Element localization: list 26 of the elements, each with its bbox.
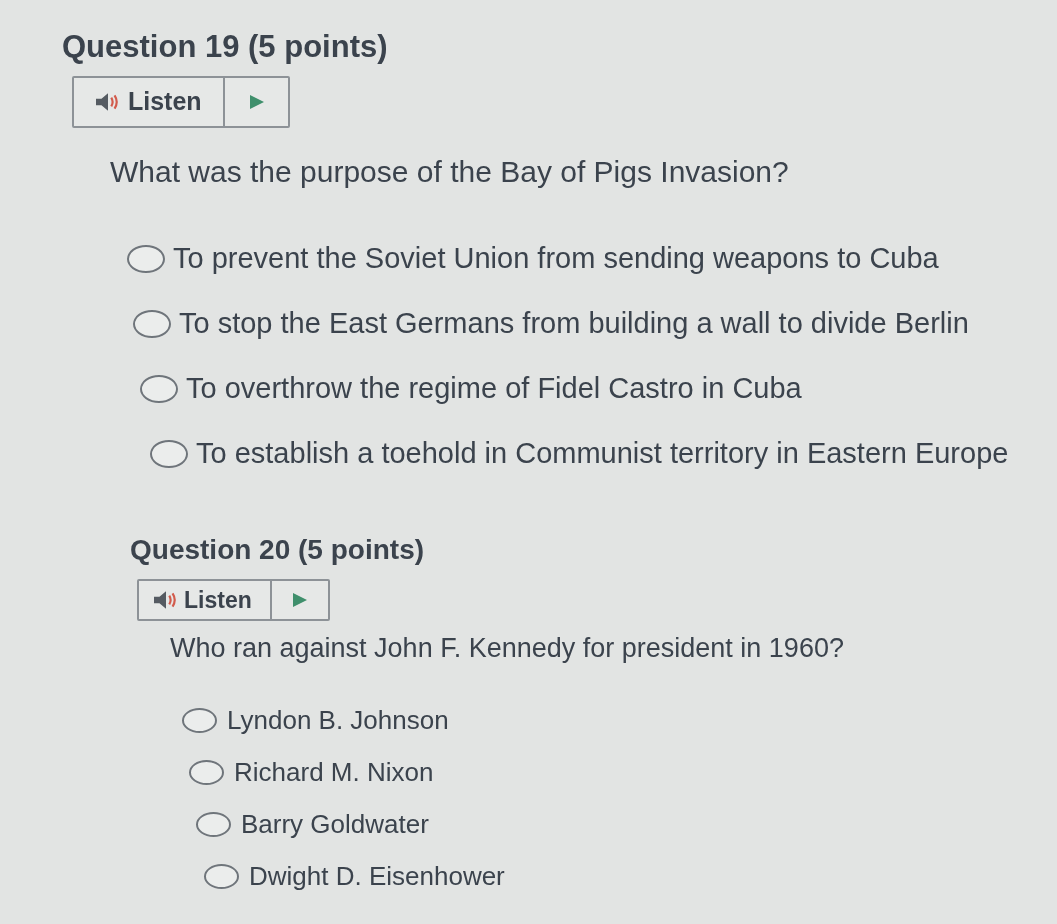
radio-button[interactable]: [189, 759, 224, 785]
radio-button[interactable]: [196, 811, 231, 837]
option-label: To stop the East Germans from building a wall to divide Berlin: [179, 306, 969, 342]
listen-button[interactable]: Listen: [139, 580, 272, 619]
option-label: Richard M. Nixon: [234, 756, 434, 788]
option-label: Dwight D. Eisenhower: [249, 860, 505, 892]
option-label: To overthrow the regime of Fidel Castro in Cuba: [186, 371, 802, 407]
radio-button[interactable]: [133, 309, 171, 338]
radio-button[interactable]: [140, 374, 178, 403]
radio-button[interactable]: [127, 244, 165, 273]
option-label: Barry Goldwater: [241, 808, 429, 840]
speaker-icon: [154, 589, 178, 610]
option-label: Lyndon B. Johnson: [227, 704, 449, 736]
speaker-icon: [96, 92, 120, 113]
question-title: Question 19 (5 points): [62, 28, 388, 66]
question-text: Who ran against John F. Kennedy for president in 1960?: [170, 631, 844, 665]
listen-button[interactable]: Listen: [74, 78, 225, 127]
option-label: To establish a toehold in Communist territory in Eastern Europe: [196, 436, 1009, 472]
play-icon: [293, 592, 307, 607]
radio-button[interactable]: [182, 707, 217, 733]
radio-button[interactable]: [150, 439, 188, 468]
question-title: Question 20 (5 points): [130, 533, 425, 567]
option-label: To prevent the Soviet Union from sending weapons to Cuba: [173, 241, 939, 277]
play-icon: [249, 95, 264, 110]
question-text: What was the purpose of the Bay of Pigs Invasion?: [110, 154, 789, 191]
radio-button[interactable]: [204, 863, 239, 889]
